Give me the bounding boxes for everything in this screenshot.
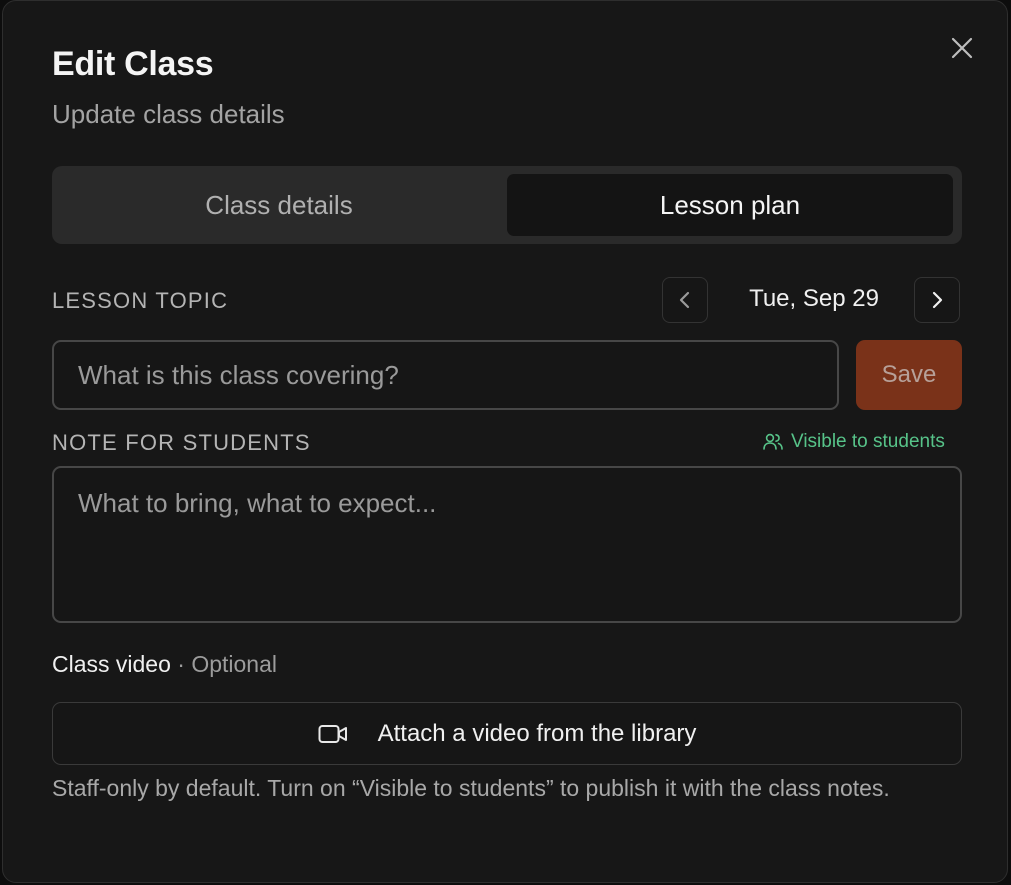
video-camera-icon (318, 724, 347, 743)
note-for-students-textarea[interactable] (52, 466, 962, 623)
video-help-text: Staff-only by default. Turn on “Visible … (52, 775, 890, 801)
chevron-right-icon (932, 291, 943, 309)
optional-tag: · Optional (177, 651, 277, 677)
attach-video-button[interactable]: Attach a video from the library (52, 702, 962, 765)
modal-subtitle: Update class details (52, 99, 285, 129)
save-button[interactable]: Save (856, 340, 962, 410)
attach-video-label: Attach a video from the library (377, 719, 697, 747)
lesson-date: Tue, Sep 29 (749, 285, 879, 312)
lesson-topic-input[interactable] (52, 340, 839, 410)
users-icon (763, 433, 783, 450)
next-date-button[interactable] (914, 277, 960, 323)
visible-to-students-text: Visible to students (791, 431, 945, 452)
class-video-title: Class video (52, 651, 171, 677)
edit-class-modal: Edit Class Update class details Class de… (2, 0, 1008, 883)
close-button[interactable] (945, 31, 979, 65)
class-video-label: Class video · Optional (52, 651, 277, 678)
note-for-students-label: NOTE FOR STUDENTS (52, 430, 311, 455)
close-icon (951, 37, 973, 59)
tab-bar: Class details Lesson plan (52, 166, 962, 244)
tab-class-details[interactable]: Class details (56, 174, 502, 236)
lesson-topic-label: LESSON TOPIC (52, 288, 229, 313)
visible-to-students-indicator: Visible to students (763, 430, 945, 454)
modal-title: Edit Class (52, 45, 214, 83)
chevron-left-icon (679, 291, 690, 309)
tab-lesson-plan[interactable]: Lesson plan (507, 174, 953, 236)
previous-date-button[interactable] (662, 277, 708, 323)
